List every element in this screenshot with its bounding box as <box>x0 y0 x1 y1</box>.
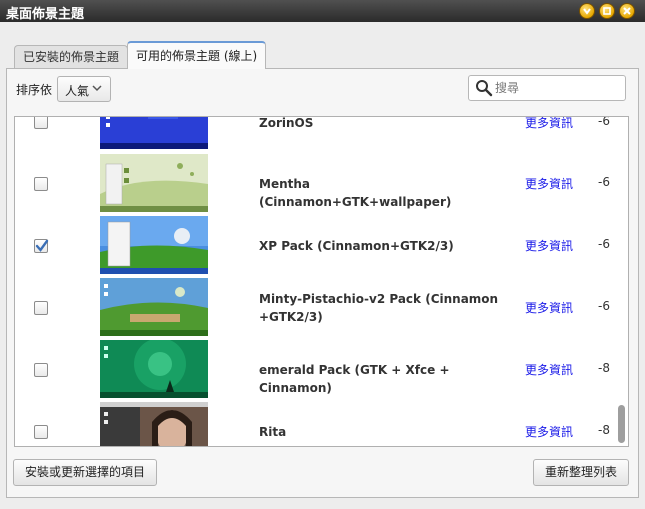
search-input[interactable] <box>495 79 617 97</box>
thumbnail-mentha <box>100 154 208 212</box>
checkbox-emerald-pack[interactable] <box>34 363 48 377</box>
sort-value: 人氣 <box>65 84 90 98</box>
theme-score: -6 <box>598 116 610 128</box>
list-item-emerald-pack: emerald Pack (GTK + Xfce + Cinnamon) 更多資… <box>15 339 615 401</box>
theme-name: Minty-Pistachio-v2 Pack (Cinnamon +GTK2/… <box>259 292 499 324</box>
thumbnail-emerald-pack <box>100 340 208 398</box>
checkbox-rita[interactable] <box>34 425 48 439</box>
tab-available-themes-online[interactable]: 可用的佈景主題 (線上) <box>127 41 267 69</box>
list-item-rita: Rita 更多資訊 -8 <box>15 401 615 446</box>
search-icon <box>476 80 493 97</box>
more-info-link[interactable]: 更多資訊 <box>525 117 573 131</box>
theme-score: -8 <box>598 361 610 375</box>
list-item-xp-pack: XP Pack (Cinnamon+GTK2/3) 更多資訊 -6 <box>15 215 615 277</box>
maximize-icon[interactable] <box>599 3 615 19</box>
thumbnail-xp-pack <box>100 216 208 274</box>
checkbox-zorinos[interactable] <box>34 117 48 129</box>
theme-name: ZorinOS <box>259 116 314 130</box>
more-info-link[interactable]: 更多資訊 <box>525 175 573 192</box>
theme-name: emerald Pack (GTK + Xfce + Cinnamon) <box>259 363 450 395</box>
checkbox-mentha[interactable] <box>34 177 48 191</box>
title-bar: 桌面佈景主題 <box>0 0 645 22</box>
checkbox-xp-pack[interactable] <box>34 239 49 253</box>
tab-installed-themes[interactable]: 已安裝的佈景主題 <box>14 45 129 68</box>
thumbnail-zorinos <box>100 117 208 149</box>
theme-score: -6 <box>598 175 610 189</box>
window-title: 桌面佈景主題 <box>6 7 85 22</box>
more-info-link[interactable]: 更多資訊 <box>525 361 573 378</box>
install-update-button[interactable]: 安裝或更新選擇的項目 <box>13 459 157 486</box>
refresh-list-button[interactable]: 重新整理列表 <box>533 459 629 486</box>
list-item-zorinos: ZorinOS 更多資訊 -6 <box>15 116 615 153</box>
theme-score: -8 <box>598 423 610 437</box>
checkmark-icon <box>35 239 49 252</box>
theme-score: -6 <box>598 299 610 313</box>
search-box[interactable] <box>468 75 626 101</box>
list-item-minty-pistachio: Minty-Pistachio-v2 Pack (Cinnamon +GTK2/… <box>15 277 615 339</box>
more-info-link[interactable]: 更多資訊 <box>525 299 573 316</box>
theme-name: Mentha (Cinnamon+GTK+wallpaper) <box>259 177 452 209</box>
theme-list: ZorinOS 更多資訊 -6 Mentha (Cinnamon+GTK+wal… <box>14 116 629 447</box>
close-icon[interactable] <box>619 3 635 19</box>
minimize-icon[interactable] <box>579 3 595 19</box>
chevron-down-icon <box>92 85 102 92</box>
theme-name: XP Pack (Cinnamon+GTK2/3) <box>259 239 454 253</box>
sort-label: 排序依 <box>16 83 53 97</box>
more-info-link[interactable]: 更多資訊 <box>525 237 573 254</box>
checkbox-minty-pistachio[interactable] <box>34 301 48 315</box>
theme-name: Rita <box>259 425 287 439</box>
list-item-mentha: Mentha (Cinnamon+GTK+wallpaper) 更多資訊 -6 <box>15 153 615 215</box>
more-info-link[interactable]: 更多資訊 <box>525 423 573 440</box>
list-scrollbar[interactable] <box>615 117 628 446</box>
thumbnail-minty-pistachio <box>100 278 208 336</box>
thumbnail-rita <box>100 402 208 446</box>
sort-dropdown[interactable]: 人氣 <box>57 76 111 102</box>
scrollbar-thumb[interactable] <box>618 405 625 443</box>
theme-score: -6 <box>598 237 610 251</box>
